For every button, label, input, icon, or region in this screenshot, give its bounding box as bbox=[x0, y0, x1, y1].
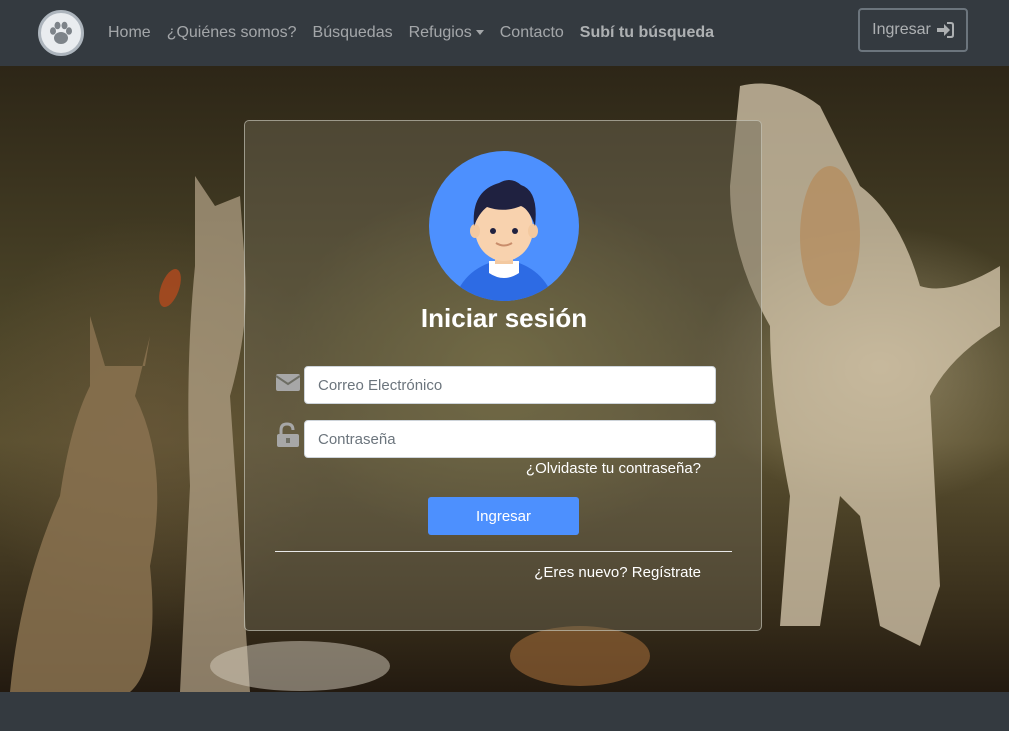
sign-in-icon bbox=[936, 22, 954, 38]
password-input[interactable] bbox=[304, 420, 716, 458]
divider bbox=[275, 551, 732, 552]
nav-login-button[interactable]: Ingresar bbox=[858, 8, 968, 52]
nav-searches[interactable]: Búsquedas bbox=[313, 24, 393, 42]
user-avatar-icon bbox=[429, 151, 579, 301]
nav-upload-search[interactable]: Subí tu búsqueda bbox=[580, 24, 714, 42]
nav-shelters-label: Refugios bbox=[408, 24, 472, 41]
login-submit-button[interactable]: Ingresar bbox=[428, 497, 579, 535]
footer-strip bbox=[0, 692, 1009, 731]
email-input[interactable] bbox=[304, 366, 716, 404]
unlock-icon bbox=[277, 422, 299, 447]
nav-shelters-dropdown[interactable]: Refugios bbox=[409, 24, 484, 42]
envelope-icon bbox=[275, 374, 301, 391]
nav-home[interactable]: Home bbox=[108, 24, 151, 42]
nav-contact[interactable]: Contacto bbox=[500, 24, 564, 42]
forgot-password-link[interactable]: ¿Olvidaste tu contraseña? bbox=[526, 460, 701, 477]
navbar: Home ¿Quiénes somos? Búsquedas Refugios … bbox=[0, 0, 1009, 66]
paw-icon bbox=[50, 21, 72, 44]
brand-logo[interactable] bbox=[38, 10, 84, 56]
nav-login-label: Ingresar bbox=[872, 21, 931, 38]
nav-about[interactable]: ¿Quiénes somos? bbox=[167, 24, 297, 42]
login-card: Iniciar sesión ¿Olvidaste tu contraseña?… bbox=[244, 120, 762, 631]
caret-down-icon bbox=[475, 30, 484, 36]
nav-links: Home ¿Quiénes somos? Búsquedas Refugios … bbox=[108, 24, 714, 42]
login-title: Iniciar sesión bbox=[420, 303, 588, 333]
register-link[interactable]: ¿Eres nuevo? Regístrate bbox=[534, 564, 701, 581]
